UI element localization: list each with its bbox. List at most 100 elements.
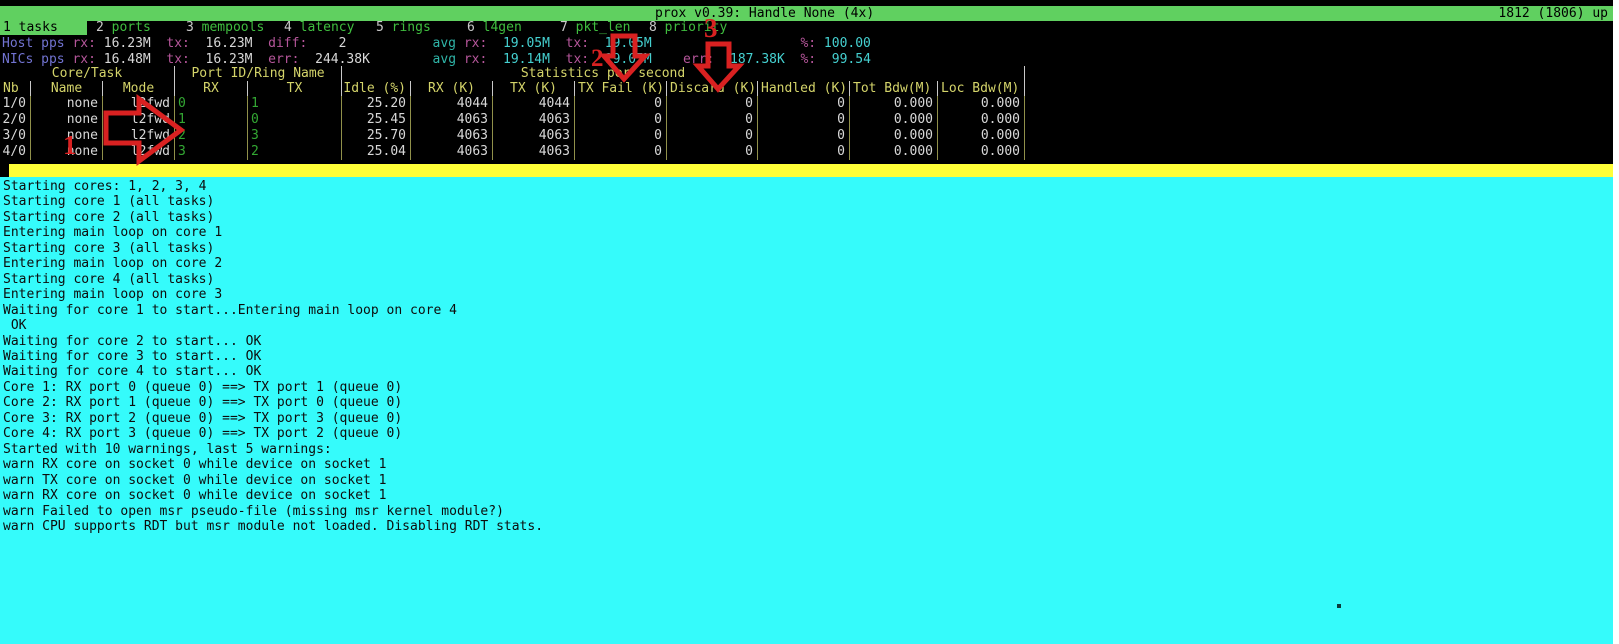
app-title: prox v0.39: Handle None (4x) xyxy=(655,6,874,21)
stats-cell: 1 xyxy=(248,96,342,112)
stats-cell: Name xyxy=(31,81,103,96)
tab-number: 4 xyxy=(284,20,292,35)
stats-cell: 2 xyxy=(175,128,248,144)
stats-cell: Discard (K) xyxy=(667,81,758,96)
tab-row: 1 tasks 2 ports 3 mempools 4 latency 5 rings… xyxy=(0,21,1613,35)
metric-segment: 19.14M xyxy=(487,52,550,67)
stats-cell: none xyxy=(31,112,103,128)
tab-label: tasks xyxy=(11,20,58,35)
metric-segment: 16.48M xyxy=(96,52,151,67)
metric-segment: Host pps xyxy=(2,36,65,51)
metric-segment xyxy=(346,36,432,51)
stats-cell: 4063 xyxy=(493,112,575,128)
stats-cell: 0.000 xyxy=(850,144,938,160)
stats-cell: Core/Task xyxy=(0,66,175,81)
metric-segment: 16.23M xyxy=(190,36,253,51)
tab-8-priority[interactable]: 8 priority xyxy=(649,21,727,35)
metric-segment: 244.38K xyxy=(299,52,369,67)
tab-number: 1 xyxy=(3,20,11,35)
metric-segment: %: xyxy=(800,36,816,51)
prox-terminal-screen: prox v0.39: Handle None (4x) 1812 (1806)… xyxy=(0,0,1619,644)
stats-group-header-row: Core/TaskPort ID/Ring NameStatistics per… xyxy=(0,66,1025,81)
tab-5-rings[interactable]: 5 rings xyxy=(376,21,431,35)
stats-cell: TX Fail (K) xyxy=(575,81,667,96)
tab-1-tasks[interactable]: 1 tasks xyxy=(0,21,87,35)
stats-row: 2/0nonel2fwd1025.45406340630000.0000.000 xyxy=(0,112,1025,128)
metric-segment: 19.05M xyxy=(589,52,652,67)
stats-cell: 0.000 xyxy=(938,112,1025,128)
metric-segment: rx: xyxy=(456,36,487,51)
metric-segment: tx: xyxy=(550,52,589,67)
stats-cell: l2fwd xyxy=(103,128,175,144)
cursor-block xyxy=(0,164,9,177)
stats-cell: 25.04 xyxy=(342,144,411,160)
stats-cell: 0 xyxy=(758,144,850,160)
stats-cell: Loc Bdw(M) xyxy=(938,81,1025,96)
tab-label: rings xyxy=(384,20,431,35)
stats-cell: 4044 xyxy=(411,96,493,112)
stats-cell: 0.000 xyxy=(850,128,938,144)
metric-segment: err: xyxy=(253,52,300,67)
stats-cell: Idle (%) xyxy=(342,81,411,96)
stats-cell: l2fwd xyxy=(103,112,175,128)
stats-cell: 0.000 xyxy=(850,112,938,128)
tab-number: 7 xyxy=(560,20,568,35)
stats-cell: none xyxy=(31,144,103,160)
tab-label: mempools xyxy=(194,20,264,35)
metric-segment: avg xyxy=(433,52,456,67)
stats-cell: 0.000 xyxy=(938,128,1025,144)
stats-cell: 0 xyxy=(175,96,248,112)
metric-segment: diff: xyxy=(253,36,308,51)
stats-cell: none xyxy=(31,128,103,144)
stats-cell: 3/0 xyxy=(0,128,31,144)
metric-segment: %: xyxy=(785,52,816,67)
tab-2-ports[interactable]: 2 ports xyxy=(96,21,151,35)
stats-cell: TX xyxy=(248,81,342,96)
tab-4-latency[interactable]: 4 latency xyxy=(284,21,354,35)
stats-cell: 0.000 xyxy=(938,144,1025,160)
metric-segment: NICs pps xyxy=(2,52,65,67)
stats-cell: 0 xyxy=(667,96,758,112)
metric-segment: 2 xyxy=(307,36,346,51)
stats-cell: 4/0 xyxy=(0,144,31,160)
tab-6-l4gen[interactable]: 6 l4gen xyxy=(467,21,522,35)
metric-segment xyxy=(652,52,683,67)
log-area: Starting cores: 1, 2, 3, 4 Starting core… xyxy=(0,177,1613,644)
tab-3-mempools[interactable]: 3 mempools xyxy=(186,21,264,35)
tab-label: ports xyxy=(104,20,151,35)
nics-pps-line: NICs pps rx: 16.48M tx: 16.23M err: 244.… xyxy=(2,52,871,68)
stats-cell: 25.45 xyxy=(342,112,411,128)
stats-cell: 0 xyxy=(667,112,758,128)
stats-row: 1/0nonel2fwd0125.20404440440000.0000.000 xyxy=(0,96,1025,112)
stats-cell: Nb xyxy=(0,81,31,96)
tab-number: 3 xyxy=(186,20,194,35)
tab-7-pkt_len[interactable]: 7 pkt_len xyxy=(560,21,630,35)
tab-number: 2 xyxy=(96,20,104,35)
metric-segment: 16.23M xyxy=(190,52,253,67)
stats-row: 4/0nonel2fwd3225.04406340630000.0000.000 xyxy=(0,144,1025,160)
tab-label: latency xyxy=(292,20,355,35)
stats-cell: 1/0 xyxy=(0,96,31,112)
stats-cell: Statistics per second xyxy=(342,66,1025,81)
metric-segment: rx: xyxy=(65,36,96,51)
stats-cell: 4063 xyxy=(411,144,493,160)
stats-cell: 25.70 xyxy=(342,128,411,144)
stats-cell: 2 xyxy=(248,144,342,160)
title-bar: prox v0.39: Handle None (4x) 1812 (1806)… xyxy=(0,6,1613,21)
metric-segment: tx: xyxy=(550,36,589,51)
stats-cell: l2fwd xyxy=(103,96,175,112)
metric-segment xyxy=(652,36,801,51)
stats-cell: 0 xyxy=(758,96,850,112)
separator-bar xyxy=(0,164,1613,177)
stats-cell: RX (K) xyxy=(411,81,493,96)
metric-segment: tx: xyxy=(151,36,190,51)
stats-cell: Handled (K) xyxy=(758,81,850,96)
stats-cell: none xyxy=(31,96,103,112)
stats-cell: 0 xyxy=(758,112,850,128)
stats-cell: 0 xyxy=(575,128,667,144)
right-strip xyxy=(1613,0,1619,644)
stats-cell: Port ID/Ring Name xyxy=(175,66,342,81)
metric-segment: rx: xyxy=(456,52,487,67)
tab-label: priority xyxy=(657,20,727,35)
metric-segment: rx: xyxy=(65,52,96,67)
